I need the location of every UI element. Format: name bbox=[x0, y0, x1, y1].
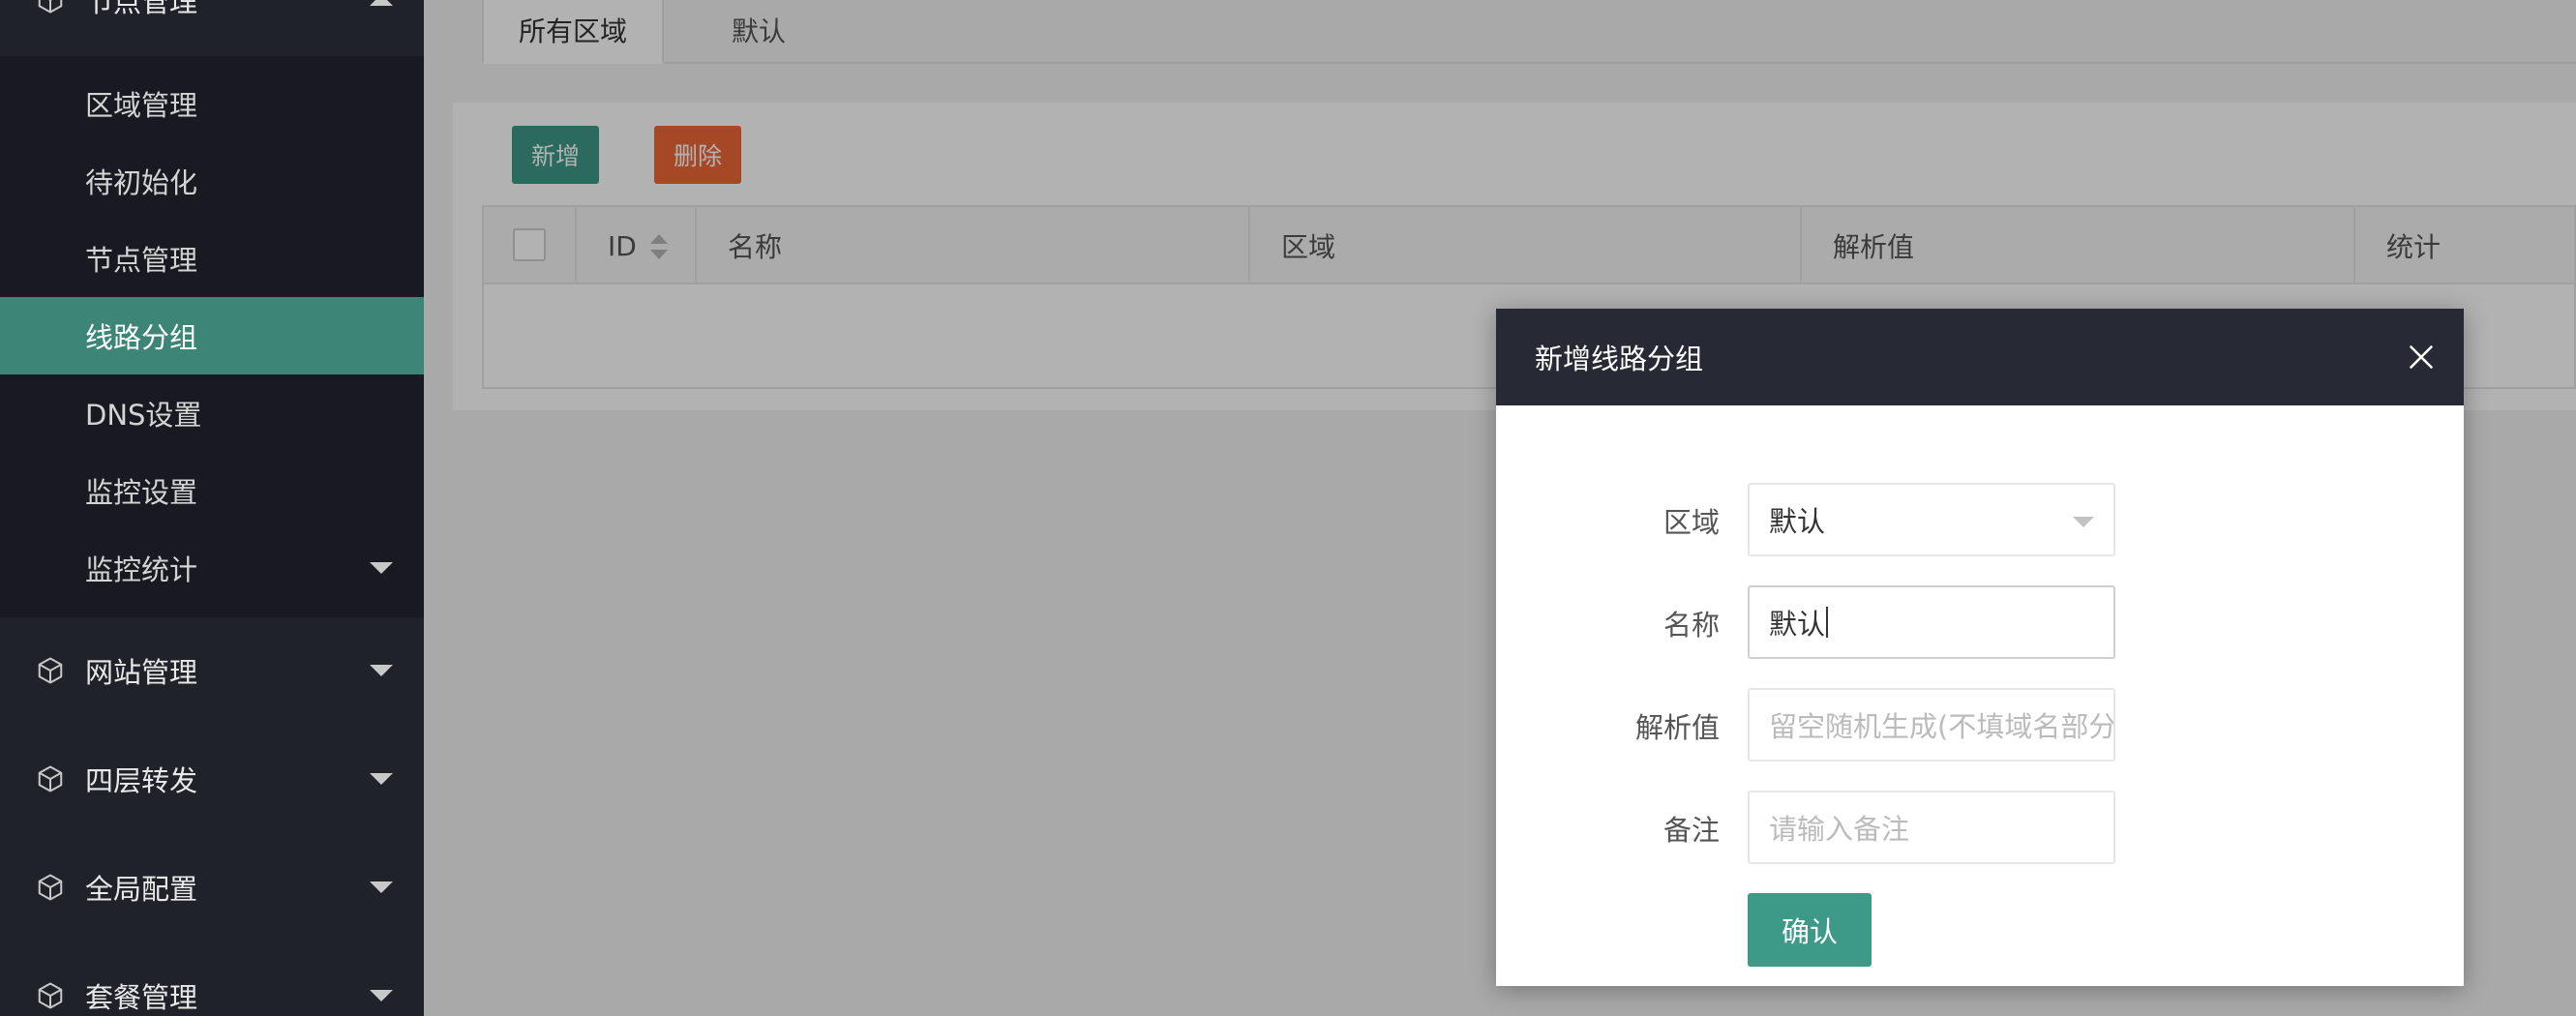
sidebar-item-dns[interactable]: DNS设置 bbox=[0, 374, 424, 452]
resolve-value-input[interactable]: 留空随机生成(不填域名部分) bbox=[1748, 688, 2115, 762]
cube-icon bbox=[38, 874, 63, 901]
resolve-value-label: 解析值 bbox=[1634, 711, 1720, 744]
sidebar-item-line-groups[interactable]: 线路分组 bbox=[0, 297, 424, 374]
chevron-down-icon bbox=[370, 773, 393, 785]
sidebar-group-plans[interactable]: 套餐管理 bbox=[0, 957, 424, 1016]
sidebar-item-region[interactable]: 区域管理 bbox=[0, 65, 424, 142]
chevron-down-icon bbox=[370, 882, 393, 893]
sidebar-group-label: 节点管理 bbox=[85, 0, 198, 18]
sidebar-item-label: 待初始化 bbox=[85, 166, 198, 199]
chevron-down-icon bbox=[370, 562, 393, 574]
sidebar-item-monitor-stats[interactable]: 监控统计 bbox=[0, 529, 424, 607]
sidebar-submenu: 区域管理 待初始化 节点管理 线路分组 DNS设置 监控设置 监控统计 bbox=[0, 56, 424, 617]
add-line-group-dialog: 新增线路分组 区域 默认 名称 默认 解析值 留空随机生成(不填域名部分) 备注… bbox=[1496, 309, 2464, 986]
sidebar-group-l4-forward[interactable]: 四层转发 bbox=[0, 740, 424, 818]
name-label: 名称 bbox=[1662, 609, 1720, 642]
chevron-down-icon bbox=[370, 665, 393, 676]
resolve-value-placeholder: 留空随机生成(不填域名部分) bbox=[1769, 710, 2113, 743]
region-select-value: 默认 bbox=[1769, 505, 1826, 538]
sidebar-group-websites[interactable]: 网站管理 bbox=[0, 632, 424, 709]
cube-icon bbox=[38, 982, 63, 1009]
sidebar-group-label: 全局配置 bbox=[85, 873, 198, 906]
cube-icon bbox=[38, 0, 63, 14]
sidebar-item-label: 节点管理 bbox=[85, 244, 198, 277]
remark-input[interactable]: 请输入备注 bbox=[1748, 791, 2115, 864]
remark-placeholder: 请输入备注 bbox=[1769, 813, 1910, 846]
cube-icon bbox=[38, 765, 63, 792]
remark-label: 备注 bbox=[1662, 814, 1720, 847]
sidebar-item-label: DNS设置 bbox=[85, 399, 202, 432]
name-input[interactable]: 默认 bbox=[1748, 585, 2115, 659]
sidebar-item-label: 监控设置 bbox=[85, 476, 198, 509]
cube-icon bbox=[38, 657, 63, 684]
chevron-up-icon bbox=[370, 0, 393, 6]
dialog-title: 新增线路分组 bbox=[1535, 343, 1704, 375]
sidebar-group-label: 四层转发 bbox=[85, 764, 198, 797]
close-icon[interactable] bbox=[2408, 344, 2435, 371]
region-label: 区域 bbox=[1662, 506, 1720, 539]
name-input-value: 默认 bbox=[1769, 608, 1826, 641]
sidebar-item-nodes[interactable]: 节点管理 bbox=[0, 220, 424, 297]
sidebar-item-pending-init[interactable]: 待初始化 bbox=[0, 142, 424, 220]
sidebar-group-global-config[interactable]: 全局配置 bbox=[0, 849, 424, 926]
text-cursor bbox=[1826, 607, 1829, 638]
sidebar-item-monitor-settings[interactable]: 监控设置 bbox=[0, 452, 424, 529]
region-select[interactable]: 默认 bbox=[1748, 483, 2115, 556]
chevron-down-icon bbox=[370, 990, 393, 1001]
dialog-header: 新增线路分组 bbox=[1496, 309, 2464, 405]
chevron-down-icon bbox=[2073, 517, 2094, 527]
sidebar-item-label: 区域管理 bbox=[85, 89, 198, 122]
sidebar-group-node-management[interactable]: 节点管理 bbox=[0, 0, 424, 39]
sidebar-group-label: 网站管理 bbox=[85, 656, 198, 689]
sidebar-item-label: 监控统计 bbox=[85, 553, 198, 586]
sidebar-item-label: 线路分组 bbox=[85, 321, 198, 354]
sidebar-group-label: 套餐管理 bbox=[85, 981, 198, 1014]
sidebar: 节点管理 区域管理 待初始化 节点管理 线路分组 DNS设置 监控设置 监控统计… bbox=[0, 0, 424, 1016]
confirm-button[interactable]: 确认 bbox=[1748, 893, 1872, 967]
